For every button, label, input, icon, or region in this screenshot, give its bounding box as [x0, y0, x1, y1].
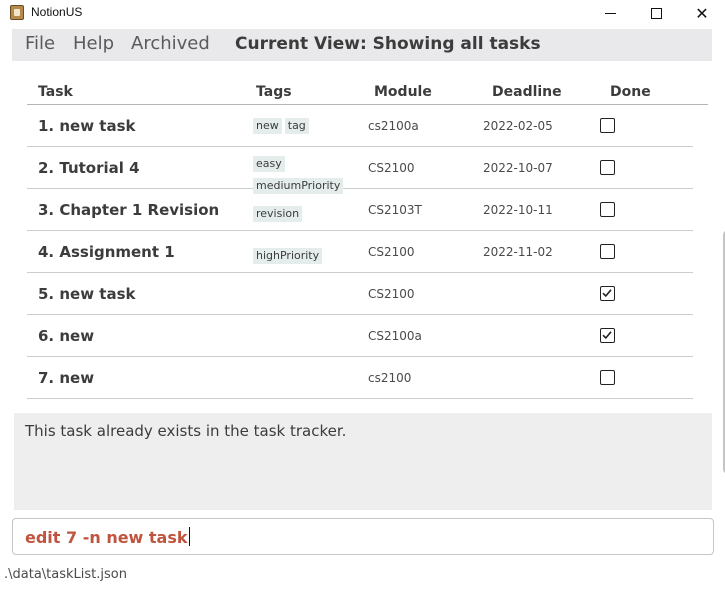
header-module[interactable]: Module [374, 84, 432, 100]
table-row[interactable]: 7. new cs2100 [27, 357, 693, 399]
header-tags[interactable]: Tags [256, 84, 292, 100]
done-checkbox[interactable] [600, 118, 615, 133]
command-input[interactable]: edit 7 -n new task [25, 527, 190, 547]
task-name: 2. Tutorial 4 [38, 159, 140, 177]
task-module: CS2100a [368, 329, 422, 343]
task-module: CS2100 [368, 287, 415, 301]
done-checkbox[interactable] [600, 202, 615, 217]
task-module: CS2103T [368, 203, 422, 217]
done-checkbox[interactable] [600, 244, 615, 259]
task-module: CS2100 [368, 161, 415, 175]
done-checkbox[interactable] [600, 328, 615, 343]
task-module: CS2100 [368, 245, 415, 259]
header-done[interactable]: Done [610, 84, 651, 100]
table-row[interactable]: 3. Chapter 1 Revision revision CS2103T 2022… [27, 189, 693, 231]
result-display: This task already exists in the task tra… [14, 413, 712, 510]
text-caret [188, 527, 190, 546]
task-tags: revision [253, 202, 363, 224]
current-view-label: Current View: Showing all tasks [235, 34, 541, 54]
table-row[interactable]: 4. Assignment 1 highPriority CS2100 2022-11… [27, 231, 693, 273]
close-icon: ✕ [695, 4, 709, 23]
header-task[interactable]: Task [38, 84, 73, 100]
checkmark-icon [602, 289, 612, 298]
table-row[interactable]: 6. new CS2100a [27, 315, 693, 357]
task-module: cs2100 [368, 371, 412, 385]
task-name: 4. Assignment 1 [38, 243, 175, 261]
table-row[interactable]: 2. Tutorial 4 easy mediumPriority CS2100 202… [27, 147, 693, 194]
tag-chip: revision [253, 206, 303, 222]
task-deadline: 2022-10-11 [483, 203, 553, 217]
command-box[interactable]: edit 7 -n new task [12, 518, 714, 555]
table-row[interactable]: 5. new task CS2100 [27, 273, 693, 315]
task-name: 7. new [38, 369, 95, 387]
task-tags: new tag [253, 114, 363, 136]
task-name: 1. new task [38, 117, 136, 135]
table-row[interactable]: 1. new task new tag cs2100a 2022-02-05 [27, 105, 693, 147]
minimize-icon [604, 13, 616, 14]
done-checkbox[interactable] [600, 286, 615, 301]
menu-file[interactable]: File [25, 33, 55, 54]
menu-bar: File Help Archived Current View: Showing… [12, 29, 712, 61]
tag-chip: highPriority [253, 248, 323, 264]
tag-chip: new [253, 118, 282, 134]
task-deadline: 2022-11-02 [483, 245, 553, 259]
task-module: cs2100a [368, 119, 419, 133]
task-tags: highPriority [253, 244, 363, 266]
command-input-text: edit 7 -n new task [25, 528, 188, 547]
maximize-button[interactable] [633, 0, 679, 27]
result-message: This task already exists in the task tra… [25, 422, 347, 440]
tag-chip: easy [253, 156, 285, 172]
title-bar: NotionUS ✕ [0, 0, 725, 27]
menu-help[interactable]: Help [73, 33, 114, 54]
done-checkbox[interactable] [600, 160, 615, 175]
maximize-icon [650, 8, 662, 19]
window-title: NotionUS [31, 5, 83, 19]
task-name: 6. new [38, 327, 95, 345]
status-bar-path: .\data\taskList.json [4, 567, 127, 582]
task-deadline: 2022-10-07 [483, 161, 553, 175]
task-name: 5. new task [38, 285, 136, 303]
done-checkbox[interactable] [600, 370, 615, 385]
task-deadline: 2022-02-05 [483, 119, 553, 133]
menu-archived[interactable]: Archived [131, 33, 210, 54]
app-icon [10, 5, 24, 20]
close-button[interactable]: ✕ [679, 0, 725, 27]
tag-chip: tag [284, 118, 309, 134]
task-name: 3. Chapter 1 Revision [38, 201, 220, 219]
table-header: Task Tags Module Deadline Done [27, 79, 708, 105]
checkmark-icon [602, 331, 612, 340]
minimize-button[interactable] [587, 0, 633, 27]
task-table: Task Tags Module Deadline Done 1. new ta… [27, 79, 725, 474]
header-deadline[interactable]: Deadline [492, 84, 562, 100]
